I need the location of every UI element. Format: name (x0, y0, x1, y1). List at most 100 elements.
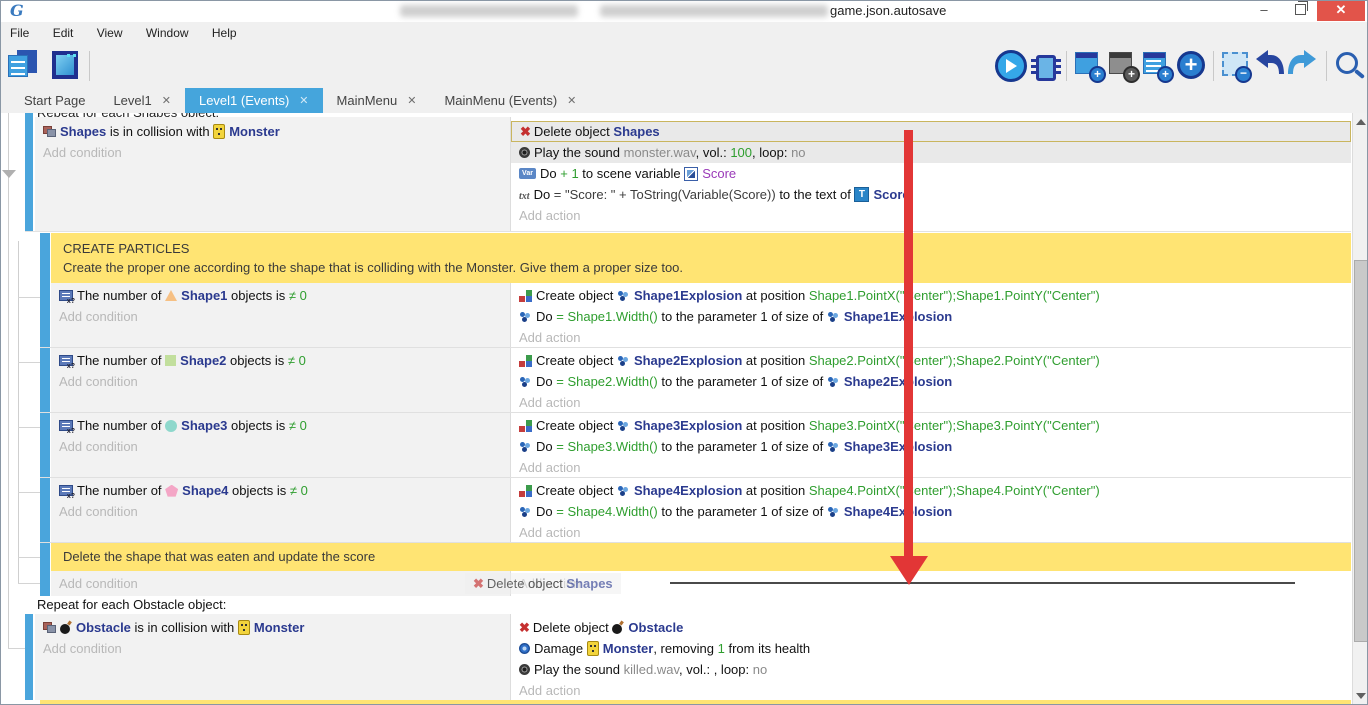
close-tab-icon[interactable] (567, 94, 576, 107)
preview-play-icon[interactable] (993, 48, 1027, 84)
action-size-shape4explosion[interactable]: Do = Shape4.Width() to the parameter 1 o… (511, 501, 1351, 522)
tab-level1-events[interactable]: Level1 (Events) (185, 88, 323, 113)
project-manager-icon[interactable] (6, 48, 40, 84)
repeat-obstacle-header[interactable]: Repeat for each Obstacle object: (37, 597, 226, 612)
add-condition-link[interactable]: Add condition (35, 142, 510, 163)
text-segment: Shape2.PointX("Center");Shape2.PointY("C… (809, 353, 1100, 368)
scrollbar-thumb[interactable] (1354, 260, 1368, 642)
action-size-shape2explosion[interactable]: Do = Shape2.Width() to the parameter 1 o… (511, 371, 1351, 392)
create-icon (519, 485, 532, 497)
minimize-button[interactable]: – (1248, 0, 1280, 21)
conditions-cell: The number of Shape3 objects is ≠ 0Add c… (51, 413, 510, 477)
action-create-shape1explosion[interactable]: Create object Shape1Explosion at positio… (511, 285, 1351, 306)
add-condition-link[interactable]: Add condition (51, 501, 510, 522)
action-update-score-text[interactable]: Do = "Score: " + ToString(Variable(Score… (511, 184, 1351, 205)
menu-help[interactable]: Help (202, 22, 247, 40)
close-tab-icon[interactable] (407, 94, 416, 107)
add-condition-link[interactable]: Add condition (51, 371, 510, 392)
collision-icon (43, 126, 56, 137)
action-damage-monster[interactable]: Damage Monster, removing 1 from its heal… (511, 638, 1351, 659)
action-delete-shapes[interactable]: Delete object Shapes (511, 121, 1351, 142)
add-action-link[interactable]: Add action (511, 392, 1351, 413)
tab-mainmenu-events[interactable]: MainMenu (Events) (430, 88, 590, 113)
tab-level1[interactable]: Level1 (99, 88, 185, 113)
add-other-event-icon[interactable] (1174, 48, 1208, 84)
menu-window[interactable]: Window (136, 22, 199, 40)
comment-delete-shape[interactable]: Delete the shape that was eaten and upda… (40, 543, 1351, 571)
var-icon (519, 168, 536, 179)
text-segment: Do (540, 166, 560, 181)
menu-file[interactable]: File (0, 22, 39, 40)
scroll-down-icon[interactable] (1356, 693, 1366, 699)
add-action-link[interactable]: Add action (511, 680, 1351, 701)
tree-rail (8, 177, 9, 648)
next-comment-edge (40, 700, 1351, 705)
add-condition-link[interactable]: Add condition (35, 638, 510, 659)
condition-count-shape3[interactable]: The number of Shape3 objects is ≠ 0 (51, 415, 510, 436)
conditions-cell: The number of Shape4 objects is ≠ 0Add c… (51, 478, 510, 542)
condition-count-shape1[interactable]: The number of Shape1 objects is ≠ 0 (51, 285, 510, 306)
menu-view[interactable]: View (87, 22, 133, 40)
action-create-shape4explosion[interactable]: Create object Shape4Explosion at positio… (511, 480, 1351, 501)
particle-icon (617, 485, 630, 496)
text-segment: Add action (519, 525, 580, 540)
text-segment: Do (534, 187, 554, 202)
txt-icon (519, 184, 530, 205)
text-segment: Score (702, 166, 736, 181)
add-event-icon[interactable]: + (1072, 48, 1106, 84)
condition-shapes-collision[interactable]: Shapes is in collision with Monster (35, 121, 510, 142)
numof-icon (59, 485, 73, 496)
tab-start-page[interactable]: Start Page (10, 88, 99, 113)
scene-editor-icon[interactable] (50, 48, 84, 84)
add-condition-link[interactable]: Add condition (51, 573, 510, 594)
text-segment: no (791, 145, 805, 160)
close-tab-icon[interactable] (162, 94, 171, 107)
condition-count-shape2[interactable]: The number of Shape2 objects is ≠ 0 (51, 350, 510, 371)
add-action-link[interactable]: Add action (511, 457, 1351, 478)
action-play-sound-killed[interactable]: Play the sound killed.wav, vol.: , loop:… (511, 659, 1351, 680)
debug-icon[interactable] (1027, 48, 1061, 84)
restore-button[interactable] (1284, 0, 1316, 21)
condition-obstacle-collision[interactable]: Obstacle is in collision with Monster (35, 617, 510, 638)
add-action-link[interactable]: Add action (511, 327, 1351, 348)
numof-icon (59, 420, 73, 431)
action-add-to-score-variable[interactable]: Do + 1 to scene variable Score (511, 163, 1351, 184)
window-title: game.json.autosave (830, 3, 946, 18)
scroll-up-icon[interactable] (1356, 119, 1366, 125)
action-size-shape3explosion[interactable]: Do = Shape3.Width() to the parameter 1 o… (511, 436, 1351, 457)
action-play-sound-monster[interactable]: Play the sound monster.wav, vol.: 100, l… (511, 142, 1351, 163)
text-segment: 100 (730, 145, 752, 160)
add-condition-link[interactable]: Add condition (51, 306, 510, 327)
action-create-shape3explosion[interactable]: Create object Shape3Explosion at positio… (511, 415, 1351, 436)
condition-count-shape4[interactable]: The number of Shape4 objects is ≠ 0 (51, 480, 510, 501)
comment-create-particles[interactable]: CREATE PARTICLES Create the proper one a… (40, 233, 1351, 283)
redo-icon[interactable] (1287, 48, 1321, 84)
text-segment: + 1 (560, 166, 578, 181)
add-action-link[interactable]: Add action (511, 522, 1351, 543)
action-size-shape1explosion[interactable]: Do = Shape1.Width() to the parameter 1 o… (511, 306, 1351, 327)
add-condition-link[interactable]: Add condition (51, 436, 510, 457)
text-segment: Delete object (533, 620, 613, 635)
delete-selection-icon[interactable]: − (1219, 48, 1253, 84)
menu-edit[interactable]: Edit (43, 22, 84, 40)
action-create-shape2explosion[interactable]: Create object Shape2Explosion at positio… (511, 350, 1351, 371)
text-segment: Create object (536, 288, 617, 303)
action-delete-obstacle[interactable]: Delete object Obstacle (511, 617, 1351, 638)
text-segment: Shapes (613, 124, 659, 139)
conditions-cell: The number of Shape2 objects is ≠ 0Add c… (51, 348, 510, 412)
add-sub-event-icon[interactable]: + (1106, 48, 1140, 84)
tab-mainmenu[interactable]: MainMenu (323, 88, 431, 113)
tree-rail (8, 113, 9, 171)
vertical-scrollbar[interactable] (1352, 113, 1368, 705)
text-segment: ≠ 0 (289, 288, 307, 303)
close-tab-icon[interactable] (299, 94, 308, 107)
text-segment: Delete object (487, 576, 567, 591)
add-action-link[interactable]: Add action (511, 205, 1351, 226)
collapse-arrow-icon[interactable] (2, 170, 16, 178)
add-comment-icon[interactable]: + (1140, 48, 1174, 84)
search-icon[interactable] (1332, 48, 1366, 84)
particle-icon (827, 506, 840, 517)
close-button[interactable]: ✕ (1317, 0, 1365, 21)
dragged-action-delete-shapes[interactable]: Delete object Shapes (465, 573, 613, 594)
undo-icon[interactable] (1253, 48, 1287, 84)
